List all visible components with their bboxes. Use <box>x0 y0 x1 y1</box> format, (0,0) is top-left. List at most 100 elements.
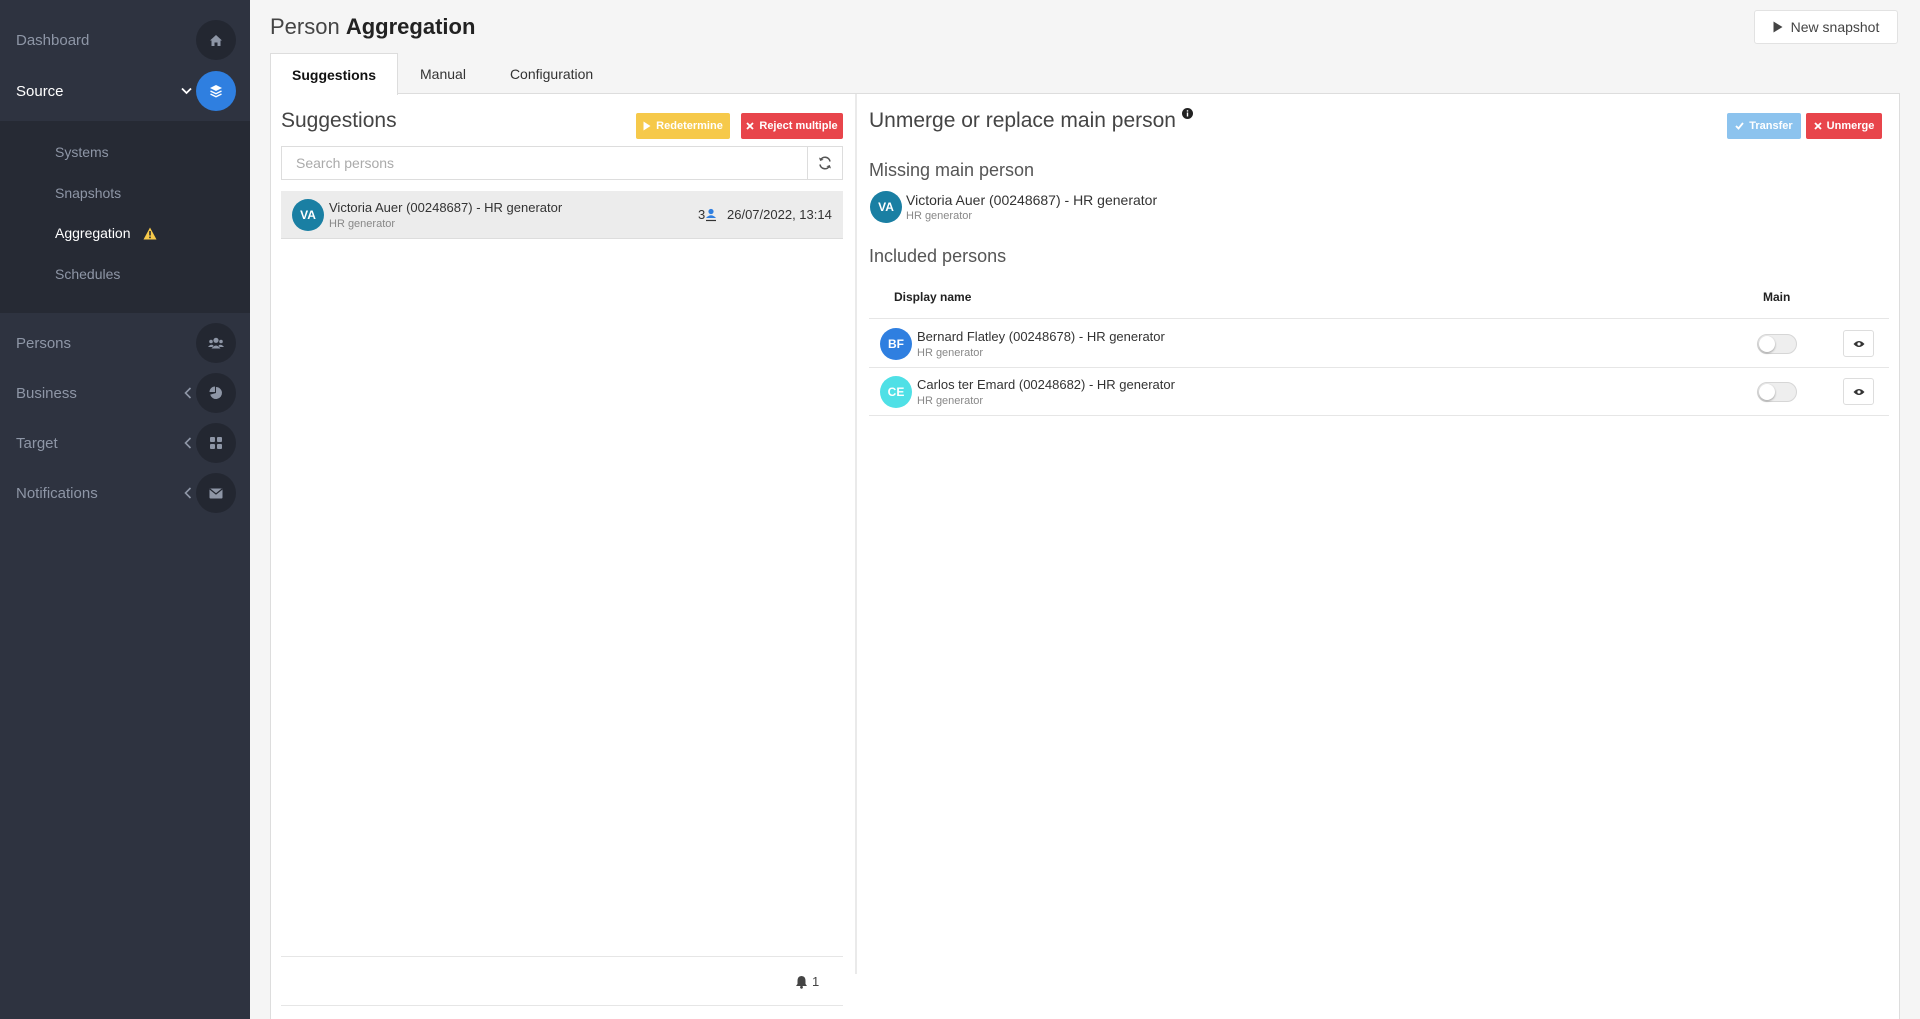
column-main: Main <box>1763 290 1791 304</box>
envelope-icon <box>196 473 236 513</box>
nav-persons-label: Persons <box>16 334 72 352</box>
main-toggle[interactable] <box>1757 382 1797 402</box>
table-row: BF Bernard Flatley (00248678) - HR gener… <box>869 320 1889 368</box>
suggestion-source: HR generator <box>329 218 396 230</box>
unmerge-label: Unmerge <box>1826 120 1875 132</box>
unmerge-panel: Unmerge or replace main person Transfer … <box>869 94 1889 1019</box>
search-input[interactable]: Search persons <box>281 146 807 180</box>
layers-icon <box>196 71 236 111</box>
included-person-name: Carlos ter Emard (00248682) - HR generat… <box>917 377 1175 392</box>
suggestion-count-value: 3 <box>698 207 706 222</box>
page-title: Person Aggregation <box>270 14 475 40</box>
suggestion-date: 26/07/2022, 13:14 <box>727 207 832 222</box>
refresh-icon <box>818 156 832 170</box>
transfer-label: Transfer <box>1749 120 1793 132</box>
nav-notifications-label: Notifications <box>16 484 98 502</box>
included-person-source: HR generator <box>917 395 984 407</box>
play-icon <box>1773 21 1783 33</box>
tabs: Suggestions Manual Configuration <box>270 53 615 95</box>
users-icon <box>196 323 236 363</box>
main-area: Person Aggregation New snapshot Suggesti… <box>250 0 1920 1019</box>
nav-notifications[interactable]: Notifications <box>0 468 250 518</box>
suggestion-name: Victoria Auer (00248687) - HR generator <box>329 200 563 215</box>
play-icon <box>643 121 651 131</box>
close-icon <box>1814 122 1822 130</box>
transfer-button[interactable]: Transfer <box>1727 113 1801 139</box>
eye-icon <box>1853 388 1865 396</box>
unmerge-title-text: Unmerge or replace main person <box>869 109 1176 132</box>
warning-icon <box>143 227 157 240</box>
chevron-left-icon <box>184 437 192 449</box>
missing-main-person-title: Missing main person <box>869 160 1035 180</box>
pie-chart-icon <box>196 373 236 413</box>
subnav-schedules[interactable]: Schedules <box>55 266 120 282</box>
user-merge-icon <box>705 208 717 222</box>
main-toggle[interactable] <box>1757 334 1797 354</box>
subnav-systems-label: Systems <box>55 144 109 160</box>
refresh-button[interactable] <box>807 146 843 180</box>
subnav-schedules-label: Schedules <box>55 266 121 282</box>
nav-persons[interactable]: Persons <box>0 318 250 368</box>
nav-source-label: Source <box>16 82 64 100</box>
new-snapshot-button[interactable]: New snapshot <box>1754 10 1898 44</box>
unmerge-button[interactable]: Unmerge <box>1806 113 1882 139</box>
avatar: VA <box>870 191 902 223</box>
notification-count-value: 1 <box>812 974 820 989</box>
suggestions-title: Suggestions <box>281 109 397 132</box>
missing-person-name: Victoria Auer (00248687) - HR generator <box>906 192 1158 208</box>
missing-person-source: HR generator <box>906 210 973 222</box>
unmerge-title: Unmerge or replace main person <box>869 108 1193 133</box>
redetermine-label: Redetermine <box>656 120 723 132</box>
chevron-left-icon <box>184 487 192 499</box>
included-persons-title: Included persons <box>869 246 1007 266</box>
missing-main-person: VA Victoria Auer (00248687) - HR generat… <box>869 189 1269 225</box>
home-icon <box>196 20 236 60</box>
avatar: BF <box>880 328 912 360</box>
reject-multiple-button[interactable]: Reject multiple <box>741 113 843 139</box>
subnav-systems[interactable]: Systems <box>55 144 109 160</box>
chevron-down-icon <box>181 87 192 95</box>
suggestions-panel: Suggestions Redetermine Reject multiple … <box>281 94 843 1019</box>
eye-icon <box>1853 340 1865 348</box>
reject-multiple-label: Reject multiple <box>759 120 838 132</box>
subnav-snapshots-label: Snapshots <box>55 185 122 201</box>
panel-divider <box>855 94 857 974</box>
subnav-snapshots[interactable]: Snapshots <box>55 185 121 201</box>
avatar: VA <box>292 199 324 231</box>
nav-dashboard[interactable]: Dashboard <box>0 15 250 65</box>
page-title-bold: Aggregation <box>345 14 476 39</box>
view-person-button[interactable] <box>1843 378 1874 405</box>
nav-target[interactable]: Target <box>0 418 250 468</box>
nav-source[interactable]: Source <box>0 66 250 116</box>
tab-content: Suggestions Redetermine Reject multiple … <box>270 93 1900 1019</box>
nav-dashboard-label: Dashboard <box>16 31 90 49</box>
tab-configuration[interactable]: Configuration <box>488 53 615 94</box>
included-person-source: HR generator <box>917 347 984 359</box>
page-title-prefix: Person <box>270 14 340 39</box>
suggestions-footer: 1 <box>281 956 843 1006</box>
grid-icon <box>196 423 236 463</box>
table-row: CE Carlos ter Emard (00248682) - HR gene… <box>869 368 1889 416</box>
tab-manual[interactable]: Manual <box>398 53 488 94</box>
column-display-name: Display name <box>894 290 972 304</box>
new-snapshot-label: New snapshot <box>1790 19 1880 35</box>
suggestion-count: 3 <box>698 207 717 222</box>
source-subnav: Systems Snapshots Aggregation Schedules <box>0 121 250 313</box>
sidebar: Dashboard Source Systems Snapshots Aggre… <box>0 0 250 1019</box>
view-person-button[interactable] <box>1843 330 1874 357</box>
check-icon <box>1735 122 1744 130</box>
nav-business-label: Business <box>16 384 77 402</box>
included-person-name: Bernard Flatley (00248678) - HR generato… <box>917 329 1165 344</box>
nav-business[interactable]: Business <box>0 368 250 418</box>
subnav-aggregation[interactable]: Aggregation <box>55 225 157 241</box>
redetermine-button[interactable]: Redetermine <box>636 113 730 139</box>
info-icon[interactable] <box>1181 108 1193 119</box>
avatar: CE <box>880 376 912 408</box>
suggestion-list-item[interactable]: VA Victoria Auer (00248687) - HR generat… <box>281 191 843 239</box>
tab-suggestions[interactable]: Suggestions <box>270 53 399 95</box>
chevron-left-icon <box>184 387 192 399</box>
included-persons-table-header: Display name Main <box>869 274 1889 319</box>
nav-target-label: Target <box>16 434 58 452</box>
close-icon <box>746 122 755 130</box>
notification-count[interactable]: 1 <box>795 974 819 989</box>
